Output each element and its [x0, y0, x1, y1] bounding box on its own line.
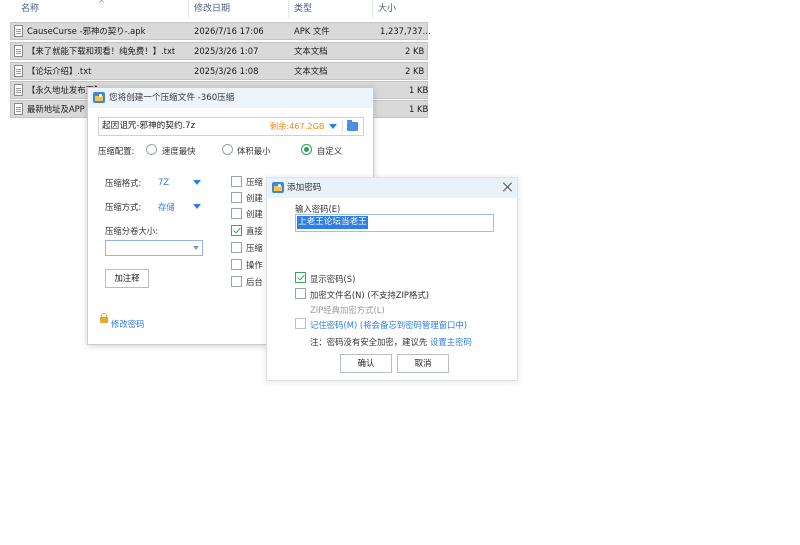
dialog-title: 添加密码	[287, 183, 322, 193]
show-password-label[interactable]: 显示密码(S)	[310, 273, 355, 285]
option-checkbox[interactable]	[231, 259, 242, 270]
file-size: 1 KB	[409, 85, 429, 95]
file-modified: 2026/7/16 17:06	[194, 26, 264, 36]
dialog-titlebar[interactable]: 添加密码	[267, 178, 517, 198]
column-divider[interactable]	[288, 0, 289, 18]
modify-password-link[interactable]: 修改密码	[111, 318, 145, 330]
option-label: 后台	[246, 277, 263, 287]
text-file-icon	[14, 65, 23, 77]
file-size: 2 KB	[405, 66, 425, 76]
add-comment-button[interactable]: 加注释	[105, 269, 149, 288]
divider	[342, 120, 343, 133]
chevron-down-icon[interactable]	[193, 246, 199, 250]
option-label: 创建	[246, 193, 263, 203]
security-note: 注：密码没有安全加密，建议先	[310, 337, 428, 347]
option-label: 压缩	[246, 177, 263, 187]
option-checkbox[interactable]	[231, 242, 242, 253]
text-file-icon	[14, 45, 23, 57]
option-label: 创建	[246, 209, 263, 219]
folder-icon[interactable]	[347, 120, 358, 131]
password-value-selected: 上老王论坛当老王	[297, 216, 368, 229]
option-checkbox[interactable]	[231, 192, 242, 203]
option-checkbox[interactable]	[231, 208, 242, 219]
option-checkbox-checked[interactable]	[231, 225, 242, 236]
confirm-button[interactable]: 确认	[340, 354, 392, 373]
column-header-type[interactable]: 类型	[294, 0, 312, 18]
chevron-down-icon[interactable]	[193, 180, 201, 185]
option-custom-label[interactable]: 自定义	[317, 145, 342, 157]
text-file-icon	[14, 84, 23, 96]
file-type: 文本文档	[294, 46, 328, 56]
option-label: 直接	[246, 226, 263, 236]
show-password-checkbox[interactable]	[295, 272, 306, 283]
dialog-title: 您将创建一个压缩文件 -360压缩	[109, 93, 235, 103]
format-label: 压缩格式:	[105, 178, 142, 188]
file-name: CauseCurse -邪神の契り-.apk	[27, 26, 146, 36]
column-header-name[interactable]: 名称	[21, 0, 39, 18]
radio-smallest[interactable]	[222, 144, 233, 155]
zip-classic-label: ZIP经典加密方式(L)	[310, 305, 385, 315]
text-file-icon	[14, 103, 23, 115]
file-type: APK 文件	[294, 26, 330, 36]
360zip-app-icon	[272, 182, 284, 193]
file-modified: 2025/3/26 1:08	[194, 66, 259, 76]
file-size: 1,237,737...	[380, 26, 431, 36]
free-space-label: 剩余:467.2GB	[270, 121, 325, 131]
option-checkbox[interactable]	[231, 176, 242, 187]
file-row[interactable]: 【论坛介绍】.txt 2025/3/26 1:08 文本文档 2 KB	[10, 62, 428, 80]
set-master-password-link[interactable]: 设置主密码	[430, 336, 472, 348]
dialog-titlebar[interactable]: 您将创建一个压缩文件 -360压缩	[88, 88, 373, 108]
file-size: 2 KB	[405, 46, 425, 56]
file-row[interactable]: CauseCurse -邪神の契り-.apk 2026/7/16 17:06 A…	[10, 22, 431, 40]
volume-size-label: 压缩分卷大小:	[105, 226, 159, 236]
file-type: 文本文档	[294, 66, 328, 76]
file-icon	[14, 25, 23, 37]
column-divider[interactable]	[188, 0, 189, 18]
file-size: 1 KB	[409, 104, 429, 114]
encrypt-filenames-label[interactable]: 加密文件名(N) (不支持ZIP格式)	[310, 289, 429, 301]
file-modified: 2025/3/26 1:07	[194, 46, 259, 56]
volume-size-select[interactable]	[105, 240, 203, 256]
column-header-size[interactable]: 大小	[378, 0, 396, 18]
file-name: 【论坛介绍】.txt	[27, 66, 92, 76]
archive-path-text: 起因诅咒-邪神的契约.7z	[102, 121, 196, 131]
option-smallest-label[interactable]: 体积最小	[237, 145, 271, 157]
chevron-down-icon[interactable]	[193, 204, 201, 209]
column-header-modified[interactable]: 修改日期	[194, 0, 230, 18]
option-fastest-label[interactable]: 速度最快	[162, 145, 196, 157]
remember-password-label[interactable]: 记住密码(M) (将会备忘到密码管理窗口中)	[310, 319, 467, 331]
remember-password-checkbox[interactable]	[295, 318, 306, 329]
cancel-button[interactable]: 取消	[397, 354, 449, 373]
lock-icon	[100, 313, 108, 323]
column-divider[interactable]	[372, 0, 373, 18]
config-label: 压缩配置:	[98, 146, 135, 156]
format-select[interactable]: 7Z	[158, 177, 169, 187]
chevron-down-icon[interactable]	[329, 124, 337, 129]
radio-custom[interactable]	[301, 144, 312, 155]
sort-ascending-icon: ^	[98, 0, 105, 8]
method-select[interactable]: 存储	[158, 201, 175, 213]
radio-fastest[interactable]	[146, 144, 157, 155]
option-label: 压缩	[246, 243, 263, 253]
add-password-dialog: 添加密码 输入密码(E) 上老王论坛当老王 显示密码(S) 加密文件名(N) (…	[266, 177, 518, 381]
method-label: 压缩方式:	[105, 202, 142, 212]
option-checkbox[interactable]	[231, 276, 242, 287]
file-row[interactable]: 【来了就能下载和观看！纯免费！】.txt 2025/3/26 1:07 文本文档…	[10, 42, 428, 60]
option-label: 操作	[246, 260, 263, 270]
password-input[interactable]: 上老王论坛当老王	[295, 214, 494, 232]
encrypt-filenames-checkbox[interactable]	[295, 288, 306, 299]
360zip-app-icon	[93, 92, 105, 103]
file-name: 【来了就能下载和观看！纯免费！】.txt	[27, 46, 176, 56]
close-icon[interactable]	[502, 181, 514, 193]
archive-path-field[interactable]: 起因诅咒-邪神的契约.7z 剩余:467.2GB	[98, 117, 364, 136]
